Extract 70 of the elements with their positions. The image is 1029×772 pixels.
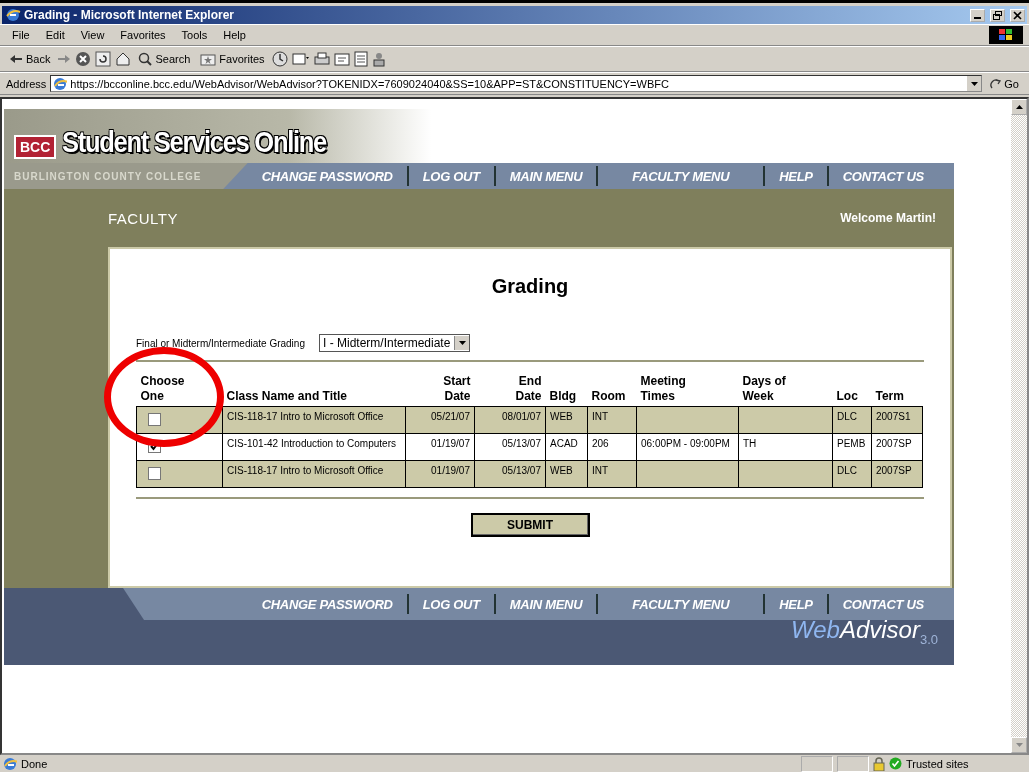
nav-link[interactable]: MAIN MENU	[495, 596, 597, 612]
menu-item[interactable]: Favorites	[114, 29, 172, 41]
table-cell: CIS-118-17 Intro to Microsoft Office	[227, 465, 384, 476]
search-button[interactable]: Search	[135, 52, 194, 66]
page-heading: Grading	[491, 275, 569, 298]
table-cell: TH	[743, 438, 757, 449]
table-cell: WEB	[550, 411, 573, 422]
column-header: Days of Week	[742, 374, 787, 404]
column-header: Bldg	[549, 389, 577, 404]
nav-link[interactable]: CHANGE PASSWORD	[247, 596, 407, 612]
menu-item[interactable]: Help	[217, 29, 252, 41]
column-header: Room	[591, 389, 626, 404]
menu-item[interactable]: Edit	[39, 29, 71, 41]
section-title: FACULTY	[108, 209, 178, 227]
nav-link[interactable]: LOG OUT	[408, 596, 494, 612]
column-header: Class Name and Title	[226, 389, 347, 404]
table-cell: CIS-118-17 Intro to Microsoft Office	[227, 411, 384, 422]
nav-link[interactable]: CHANGE PASSWORD	[247, 168, 407, 184]
go-button[interactable]: Go	[986, 77, 1023, 90]
nav-link[interactable]: FACULTY MENU	[598, 596, 764, 612]
table-cell: 05/13/07	[502, 438, 541, 449]
field-label: Final or Midterm/Intermediate Grading	[136, 337, 305, 349]
menu-item[interactable]: Tools	[175, 29, 214, 41]
window-title: Grading - Microsoft Internet Explorer	[24, 8, 235, 22]
table-cell: INT	[592, 465, 609, 476]
table-cell: 206	[592, 438, 609, 449]
table-cell: 01/19/07	[431, 465, 470, 476]
submit-button[interactable]: SUBMIT	[470, 513, 590, 537]
column-header: Meeting Times	[640, 374, 686, 404]
table-cell: 2007SP	[876, 438, 912, 449]
column-header: Choose One	[140, 374, 185, 404]
nav-link[interactable]: LOG OUT	[408, 168, 494, 184]
column-header: Start Date	[443, 374, 471, 404]
table-cell: 05/13/07	[502, 465, 541, 476]
webadvisor-logo: WebAdvisor$_{3.0}$	[790, 616, 938, 647]
site-title: Student Services Online	[62, 125, 327, 159]
table-cell: 01/19/07	[431, 438, 470, 449]
back-button[interactable]: Back	[6, 53, 54, 65]
table-cell: CIS-101-42 Introduction to Computers	[227, 438, 396, 449]
column-header: Loc	[836, 389, 858, 404]
table-cell: 05/21/07	[431, 411, 470, 422]
nav-link[interactable]: CONTACT US	[828, 168, 938, 184]
table-cell: 08/01/07	[502, 411, 541, 422]
address-field[interactable]: https://bcconline.bcc.edu/WebAdvisor/WebAdvisor?TOKENIDX=7609024040&SS=10&APP=ST&CONSTITUENCY=WBFC	[50, 75, 983, 92]
column-header: Term	[875, 389, 904, 404]
table-cell: INT	[592, 411, 609, 422]
security-zone: Trusted sites	[906, 757, 970, 770]
address-label: Address	[6, 77, 47, 90]
table-cell: 2007SP	[876, 465, 912, 476]
column-header: End Date	[515, 374, 542, 404]
table-cell: DLC	[837, 411, 857, 422]
nav-link[interactable]: FACULTY MENU	[598, 168, 764, 184]
table-cell: 06:00PM - 09:00PM	[641, 438, 730, 449]
grading-dropdown[interactable]: I - Midterm/Intermediate	[318, 334, 471, 352]
table-cell: ACAD	[550, 438, 578, 449]
nav-link[interactable]: HELP	[765, 596, 827, 612]
status-text: Done	[21, 757, 48, 770]
nav-link[interactable]: CONTACT US	[828, 596, 938, 612]
college-name: BURLINGTON COUNTY COLLEGE	[4, 163, 248, 189]
nav-link[interactable]: HELP	[765, 168, 827, 184]
table-cell: PEMB	[837, 438, 866, 449]
menu-item[interactable]: File	[6, 29, 36, 41]
table-cell: WEB	[550, 465, 573, 476]
table-cell: DLC	[837, 465, 857, 476]
welcome-text: Welcome Martin!	[840, 211, 937, 225]
college-logo: BCC	[14, 135, 57, 159]
table-cell: 2007S1	[876, 411, 911, 422]
favorites-button[interactable]: Favorites	[197, 52, 268, 66]
nav-link[interactable]: MAIN MENU	[495, 168, 597, 184]
menu-item[interactable]: View	[74, 29, 111, 41]
